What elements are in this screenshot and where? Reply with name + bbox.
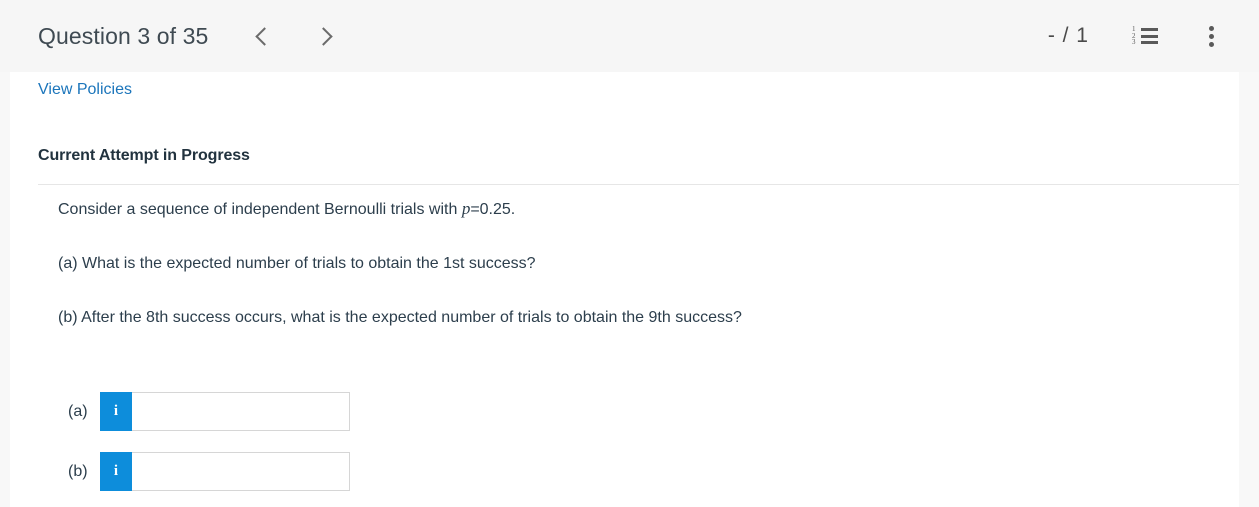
- next-question-button[interactable]: [308, 19, 342, 53]
- question-content-card: View Policies Current Attempt in Progres…: [10, 72, 1239, 507]
- question-list-button[interactable]: 1 2 3: [1127, 18, 1163, 54]
- question-body: Consider a sequence of independent Berno…: [58, 198, 1198, 328]
- score-display: - / 1: [1047, 24, 1089, 47]
- answer-input-b[interactable]: [132, 453, 349, 490]
- answer-row-a: (a) i: [68, 392, 350, 431]
- question-intro-value: =0.25.: [470, 201, 516, 218]
- view-policies-link[interactable]: View Policies: [38, 81, 132, 99]
- question-intro-line: Consider a sequence of independent Berno…: [58, 198, 1198, 221]
- question-page: Question 3 of 35 - / 1 1 2 3 View Polici…: [0, 0, 1259, 507]
- question-header-bar: Question 3 of 35 - / 1 1 2 3: [0, 0, 1259, 72]
- header-right-group: - / 1 1 2 3: [1048, 0, 1229, 72]
- answer-input-wrapper-a: i: [100, 392, 350, 431]
- kebab-menu-icon: [1208, 25, 1214, 47]
- header-left-group: Question 3 of 35: [0, 19, 342, 53]
- previous-question-button[interactable]: [246, 19, 280, 53]
- answer-label-a: (a): [68, 402, 88, 420]
- more-options-button[interactable]: [1193, 18, 1229, 54]
- chevron-right-icon: [314, 26, 334, 46]
- answer-fields-group: (a) i (b) i: [68, 392, 350, 491]
- question-counter-title: Question 3 of 35: [38, 22, 209, 49]
- question-navigation: [246, 19, 342, 53]
- answer-label-b: (b): [68, 462, 88, 480]
- section-divider: [38, 184, 1239, 185]
- question-intro-text: Consider a sequence of independent Berno…: [58, 201, 462, 218]
- current-attempt-heading: Current Attempt in Progress: [38, 147, 250, 164]
- question-part-b-text: (b) After the 8th success occurs, what i…: [58, 308, 742, 326]
- answer-input-a[interactable]: [132, 393, 349, 430]
- chevron-left-icon: [255, 26, 275, 46]
- answer-input-wrapper-b: i: [100, 452, 350, 491]
- info-icon-button-a[interactable]: i: [100, 392, 132, 431]
- answer-row-b: (b) i: [68, 452, 350, 491]
- question-part-a-text: (a) What is the expected number of trial…: [58, 254, 536, 272]
- info-icon-button-b[interactable]: i: [100, 452, 132, 491]
- numbered-list-icon: 1 2 3: [1132, 26, 1158, 46]
